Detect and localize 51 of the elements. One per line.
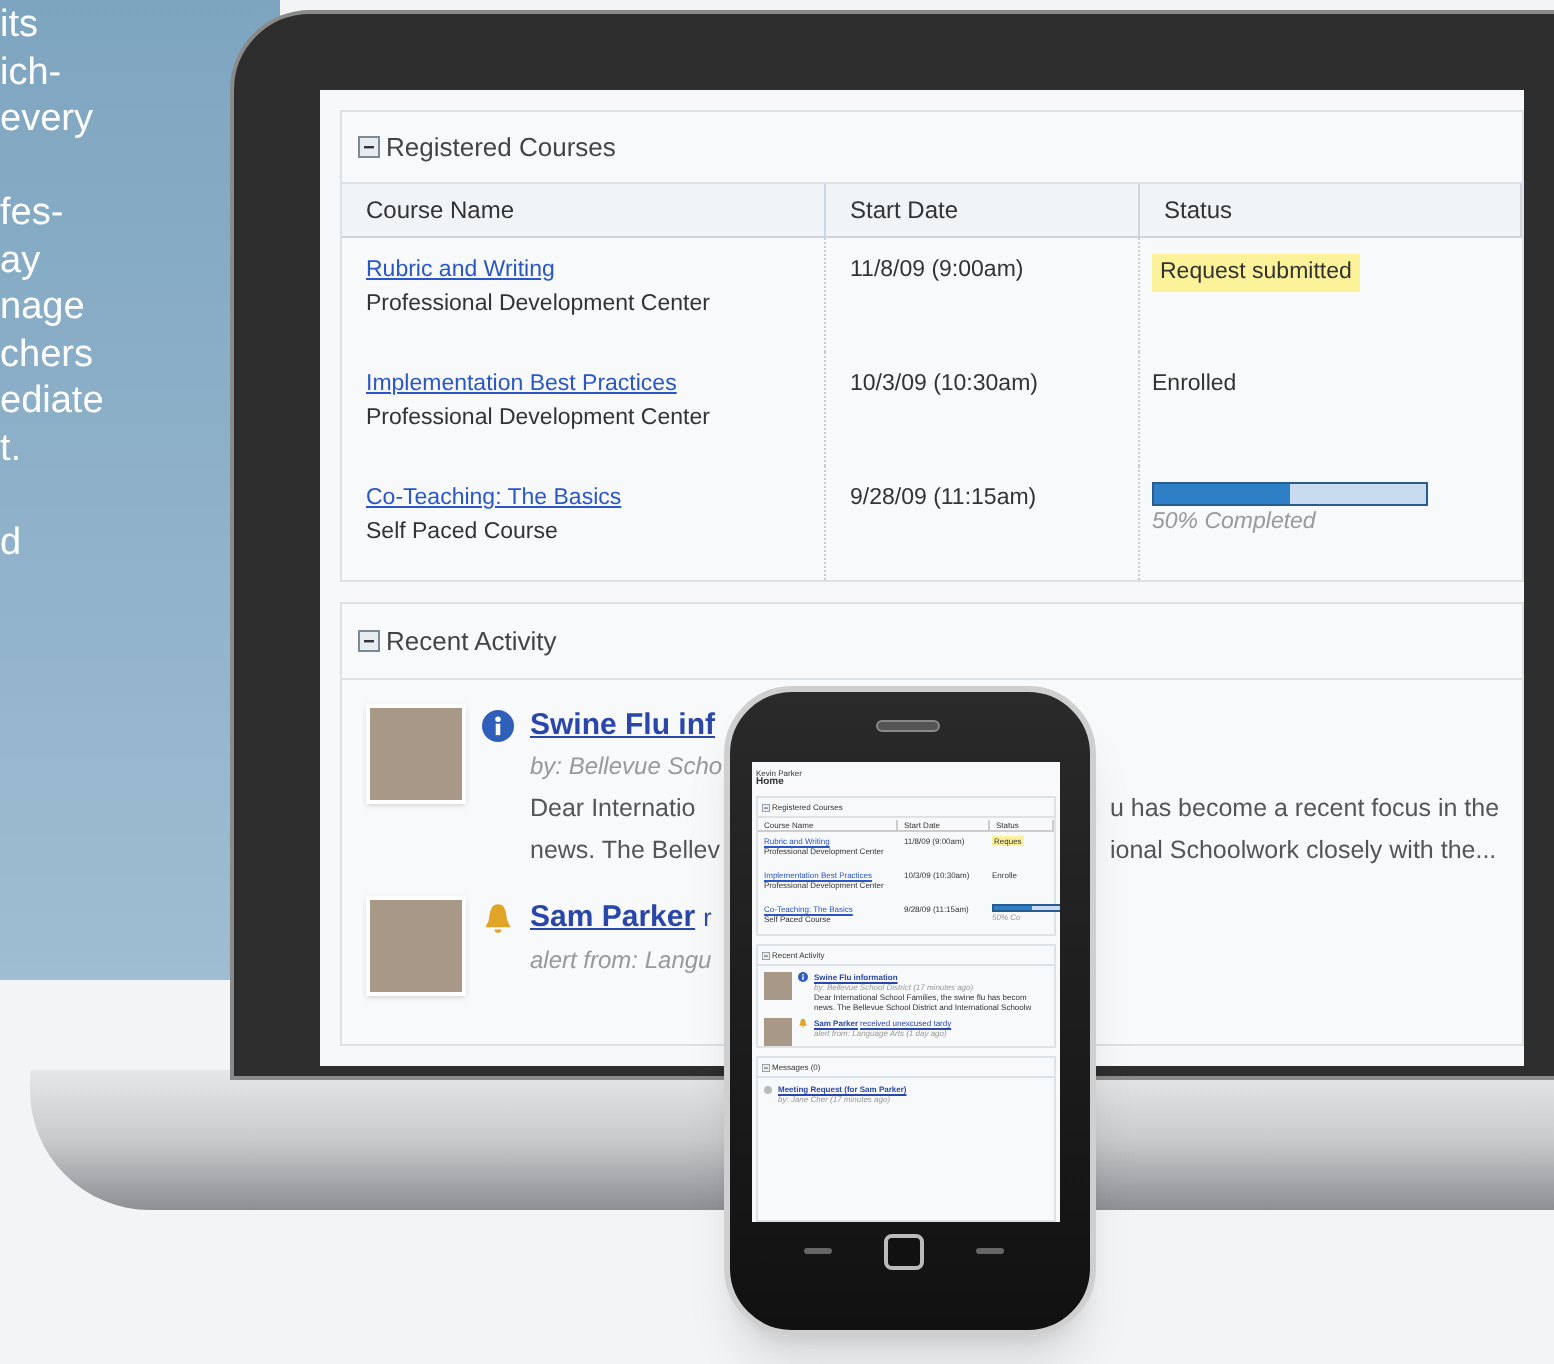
start-date: 9/28/09 (11:15am) xyxy=(850,486,1037,510)
side-text-line: d xyxy=(0,519,24,566)
start-date: 10/3/09 (10:30am) xyxy=(850,372,1038,396)
activity-text: u has become a recent focus in the xyxy=(1110,792,1500,826)
info-icon xyxy=(482,710,514,742)
activity-byline: alert from: Langu xyxy=(530,944,712,978)
activity-text: ional Schoolwork closely with the... xyxy=(1110,834,1497,868)
message-icon xyxy=(764,1086,772,1094)
photo-placeholder xyxy=(764,1018,792,1046)
status-text: Enrolled xyxy=(1152,370,1237,400)
activity-text: Dear Internatio xyxy=(530,794,696,822)
panel-title: Registered Courses xyxy=(386,129,616,166)
course-provider: Professional Development Center xyxy=(366,290,712,321)
collapse-icon[interactable] xyxy=(358,630,380,652)
side-text-line: its xyxy=(0,2,40,49)
side-text-line: every xyxy=(0,96,95,143)
start-date: 11/8/09 (9:00am) xyxy=(850,258,1024,282)
activity-byline: by: Bellevue Scho xyxy=(530,750,723,784)
progress-label: 50% Completed xyxy=(1152,508,1318,538)
collapse-icon[interactable] xyxy=(358,136,380,158)
phone-end-button[interactable] xyxy=(976,1248,1004,1254)
bell-icon xyxy=(798,1018,808,1028)
side-text-line: ediate xyxy=(0,378,106,425)
course-link[interactable]: Rubric and Writing xyxy=(366,254,800,289)
side-text-line: ay xyxy=(0,237,43,284)
phone-call-button[interactable] xyxy=(804,1248,832,1254)
phone-button[interactable] xyxy=(884,1234,924,1270)
photo-placeholder xyxy=(366,704,466,804)
course-provider: Self Paced Course xyxy=(366,518,560,549)
photo-placeholder xyxy=(764,972,792,1000)
bell-icon xyxy=(482,902,514,934)
column-header: Course Name xyxy=(342,184,826,236)
course-link[interactable]: Implementation Best Practices xyxy=(366,368,800,403)
phone-speaker xyxy=(876,720,940,732)
info-icon xyxy=(798,972,808,982)
column-header: Start Date xyxy=(826,184,1140,236)
column-header: Status xyxy=(1140,184,1522,236)
panel-title: Recent Activity xyxy=(386,623,557,660)
side-text-line: fes- xyxy=(0,190,66,237)
side-text-line: nage xyxy=(0,284,87,331)
side-text-line: ich- xyxy=(0,49,64,96)
status-badge: Request submitted xyxy=(1152,254,1360,293)
photo-placeholder xyxy=(366,896,466,996)
activity-title-link[interactable]: Swine Flu inf xyxy=(530,704,715,746)
course-provider: Professional Development Center xyxy=(366,404,712,435)
activity-text: news. The Bellev xyxy=(530,836,720,864)
side-text-line: t. xyxy=(0,425,24,472)
activity-title-rest: r xyxy=(703,902,712,936)
course-link[interactable]: Co-Teaching: The Basics xyxy=(366,482,800,517)
activity-title-link[interactable]: Sam Parker xyxy=(530,896,696,938)
side-text-line: chers xyxy=(0,331,95,378)
